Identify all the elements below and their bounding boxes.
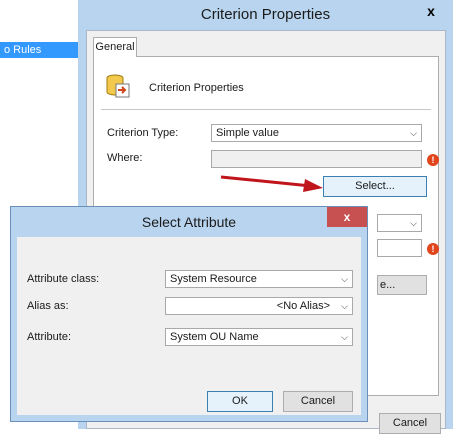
- divider: [101, 109, 431, 110]
- alias-dropdown[interactable]: <No Alias> ⌵: [165, 297, 353, 315]
- error-icon: !: [427, 243, 439, 255]
- close-icon[interactable]: x: [327, 207, 367, 227]
- where-field[interactable]: [211, 150, 422, 168]
- alias-label: Alias as:: [27, 300, 69, 312]
- ok-button[interactable]: OK: [207, 391, 273, 412]
- database-arrow-icon: [105, 73, 131, 99]
- cancel-button[interactable]: Cancel: [283, 391, 353, 412]
- chevron-down-icon: ⌵: [410, 218, 417, 228]
- red-arrow-annotation: [220, 175, 323, 192]
- criterion-type-dropdown[interactable]: Simple value ⌵: [211, 124, 422, 142]
- hidden-select-button[interactable]: e...: [377, 275, 427, 295]
- criterion-type-value: Simple value: [216, 127, 279, 139]
- where-label: Where:: [107, 152, 143, 164]
- chevron-down-icon: ⌵: [341, 274, 348, 284]
- attribute-label: Attribute:: [27, 331, 72, 343]
- error-icon: !: [427, 154, 439, 166]
- attribute-class-value: System Resource: [170, 273, 257, 285]
- alias-value: <No Alias>: [276, 300, 330, 312]
- attribute-dropdown[interactable]: System OU Name ⌵: [165, 328, 353, 346]
- cancel-button[interactable]: Cancel: [379, 413, 441, 434]
- chevron-down-icon: ⌵: [341, 301, 348, 311]
- dialog-body: Attribute class: System Resource ⌵ Alias…: [17, 237, 361, 415]
- attribute-class-dropdown[interactable]: System Resource ⌵: [165, 270, 353, 288]
- dialog-title: Select Attribute: [141, 214, 237, 230]
- value-field[interactable]: [377, 239, 422, 257]
- tree-item-rules[interactable]: o Rules: [0, 42, 78, 58]
- attribute-value: System OU Name: [170, 331, 259, 343]
- value-dropdown[interactable]: ⌵: [377, 214, 422, 232]
- section-heading: Criterion Properties: [149, 82, 244, 94]
- close-icon[interactable]: x: [409, 0, 453, 22]
- criterion-type-label: Criterion Type:: [107, 127, 179, 139]
- chevron-down-icon: ⌵: [410, 128, 417, 138]
- window-title: Criterion Properties: [200, 6, 331, 23]
- select-attribute-dialog: Select Attribute x Attribute class: Syst…: [10, 206, 368, 422]
- tab-general[interactable]: General: [93, 37, 137, 57]
- select-button[interactable]: Select...: [323, 176, 427, 197]
- chevron-down-icon: ⌵: [341, 332, 348, 342]
- attribute-class-label: Attribute class:: [27, 273, 100, 285]
